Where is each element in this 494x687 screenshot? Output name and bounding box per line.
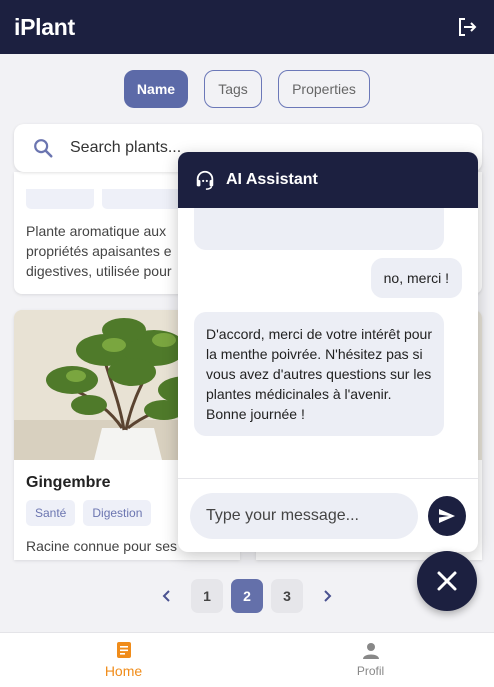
chevron-right-icon: [324, 590, 332, 602]
close-chat-button[interactable]: [417, 551, 477, 611]
tag-chip[interactable]: [102, 189, 184, 209]
app-logo: iPlant: [14, 13, 75, 40]
tag-chip[interactable]: Santé: [26, 500, 76, 526]
ai-assistant-panel: AI Assistant no, merci ! D'accord, merci…: [178, 152, 478, 552]
nav-home-label: Home: [104, 663, 143, 679]
tab-name[interactable]: Name: [124, 70, 188, 108]
send-icon: [439, 508, 455, 523]
tag-chip[interactable]: [26, 189, 94, 209]
logout-button[interactable]: [454, 14, 480, 40]
chat-messages[interactable]: no, merci ! D'accord, merci de votre int…: [178, 208, 478, 478]
page-button-2[interactable]: 2: [231, 579, 263, 613]
user-message: no, merci !: [370, 258, 462, 298]
page-button-1[interactable]: 1: [191, 579, 223, 613]
notebook-icon: [116, 642, 131, 658]
bottom-navigation: Home Profil: [0, 632, 494, 687]
logout-icon: [459, 18, 477, 36]
filter-tabs: Name Tags Properties: [0, 70, 494, 108]
nav-profil-label: Profil: [356, 664, 385, 678]
page-button-3[interactable]: 3: [271, 579, 303, 613]
bot-message: [194, 208, 444, 250]
search-icon: [34, 139, 53, 158]
prev-page-button[interactable]: [151, 579, 183, 613]
chat-title: AI Assistant: [226, 171, 318, 188]
app-header: iPlant: [0, 0, 494, 54]
message-input[interactable]: [190, 492, 418, 539]
nav-profil[interactable]: Profil: [247, 633, 494, 687]
nav-home[interactable]: Home: [0, 633, 247, 687]
headset-icon: [196, 170, 214, 190]
close-icon: [437, 571, 457, 591]
chevron-left-icon: [162, 590, 170, 602]
tag-chip[interactable]: Digestion: [83, 500, 152, 526]
next-page-button[interactable]: [311, 579, 343, 613]
bot-message: D'accord, merci de votre intérêt pour la…: [194, 312, 444, 436]
tab-tags[interactable]: Tags: [204, 70, 262, 108]
send-button[interactable]: [428, 495, 466, 536]
tab-properties[interactable]: Properties: [278, 70, 370, 108]
person-icon: [362, 643, 379, 659]
chat-header: AI Assistant: [178, 152, 478, 208]
chat-input-bar: [178, 478, 478, 552]
